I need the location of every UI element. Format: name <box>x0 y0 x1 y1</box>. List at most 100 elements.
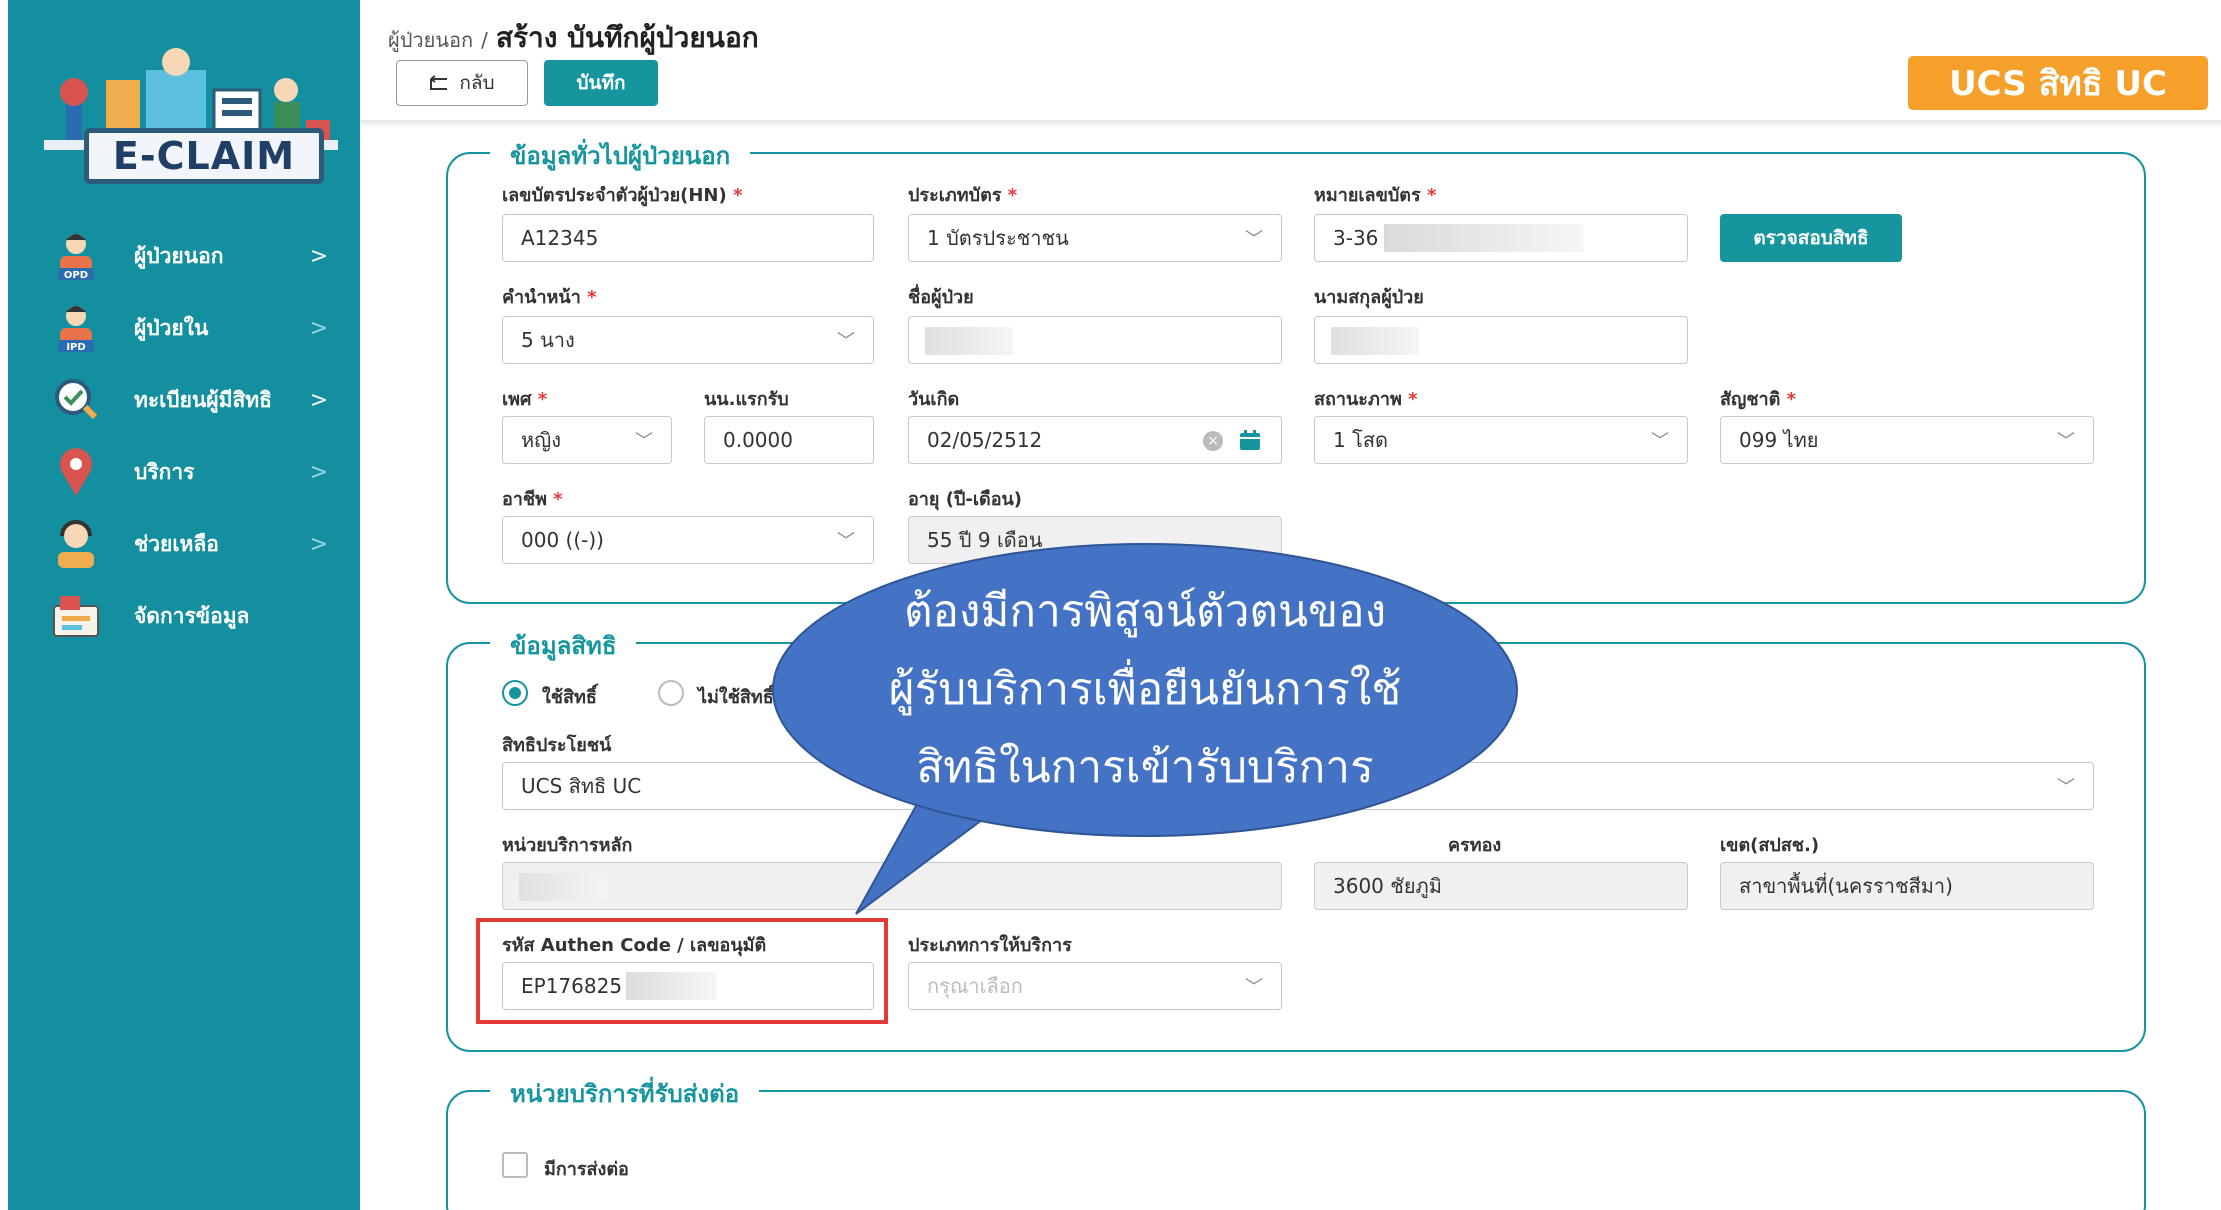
chevron-right-icon: > <box>309 243 328 269</box>
breadcrumb-parent[interactable]: ผู้ป่วยนอก <box>388 28 473 52</box>
benefit-value: UCS สิทธิ UC <box>521 774 642 798</box>
birth-date-input[interactable]: 02/05/2512 × <box>908 416 1282 464</box>
back-arrow-icon <box>430 75 448 90</box>
service-type-select[interactable]: กรุณาเลือก ﹀ <box>908 962 1282 1010</box>
main-unit-label: หน่วยบริการหลัก <box>502 835 633 856</box>
age-label: อายุ (ปี-เดือน) <box>908 489 1023 510</box>
marital-status-label: สถานะภาพ * <box>1314 389 1418 410</box>
sidebar-item-opd[interactable]: OPD ผู้ป่วยนอก > <box>48 226 348 286</box>
chevron-down-icon: ﹀ <box>2057 777 2075 798</box>
page-title: สร้าง บันทึกผู้ป่วยนอก <box>495 21 759 54</box>
map-pin-icon <box>48 444 104 500</box>
service-type-label: ประเภทการให้บริการ <box>908 935 1072 956</box>
callout-text: ต้องมีการพิสูจน์ตัวตนของ ผู้รับบริการเพื… <box>770 540 1520 840</box>
opd-patient-icon: OPD <box>48 228 104 284</box>
sidebar: E-CLAIM OPD ผู้ป่วยนอก > IPD ผู้ป่วยใน >… <box>8 0 360 1210</box>
use-rights-label: ใช้สิทธิ์ <box>542 687 597 708</box>
region-field: สาขาพื้นที่(นครราชสีมา) <box>1720 862 2094 910</box>
check-rights-button[interactable]: ตรวจสอบสิทธิ <box>1720 214 1902 262</box>
sidebar-item-label: ผู้ป่วยนอก <box>134 243 224 268</box>
no-rights-radio[interactable] <box>658 680 684 706</box>
sidebar-item-service[interactable]: บริการ > <box>48 442 348 502</box>
card-type-value: 1 บัตรประชาชน <box>927 226 1069 250</box>
callout-line: สิทธิในการเข้ารับบริการ <box>916 742 1374 793</box>
registry-check-icon <box>48 372 104 428</box>
chevron-down-icon: ﹀ <box>1245 229 1263 250</box>
chevron-right-icon: > <box>309 531 328 557</box>
prefix-label: คำนำหน้า * <box>502 287 597 308</box>
nationality-value: 099 ไทย <box>1739 428 1819 452</box>
breadcrumb: ผู้ป่วยนอก / สร้าง บันทึกผู้ป่วยนอก <box>388 16 759 60</box>
occupation-label: อาชีพ * <box>502 489 563 510</box>
ipd-patient-icon: IPD <box>48 300 104 356</box>
chevron-down-icon: ﹀ <box>1651 431 1669 452</box>
chevron-right-icon: > <box>309 387 328 413</box>
card-type-select[interactable]: 1 บัตรประชาชน ﹀ <box>908 214 1282 262</box>
logo-text: E-CLAIM <box>84 128 324 184</box>
first-name-input[interactable] <box>908 316 1282 364</box>
prefix-select[interactable]: 5 นาง ﹀ <box>502 316 874 364</box>
main-content: ผู้ป่วยนอก / สร้าง บันทึกผู้ป่วยนอก กลับ บ… <box>360 0 2221 1210</box>
service-type-placeholder: กรุณาเลือก <box>927 974 1023 998</box>
data-management-icon <box>48 588 104 644</box>
sex-label: เพศ * <box>502 389 548 410</box>
svg-text:IPD: IPD <box>66 342 85 353</box>
sex-select[interactable]: หญิง ﹀ <box>502 416 672 464</box>
eclaim-logo[interactable]: E-CLAIM <box>36 40 346 190</box>
section-title: ข้อมูลทั่วไปผู้ป่วยนอก <box>490 136 751 175</box>
rights-badge: UCS สิทธิ UC <box>1908 56 2208 110</box>
redacted-block <box>1384 224 1585 252</box>
callout-line: ผู้รับบริการเพื่อยืนยันการใช้ <box>888 664 1402 715</box>
no-rights-label: ไม่ใช้สิทธิ์ <box>698 687 774 708</box>
card-number-input[interactable]: 3-36 <box>1314 214 1688 262</box>
chevron-right-icon: > <box>309 315 328 341</box>
section-title: ข้อมูลสิทธิ <box>490 626 637 665</box>
back-button[interactable]: กลับ <box>396 60 528 106</box>
nationality-select[interactable]: 099 ไทย ﹀ <box>1720 416 2094 464</box>
svg-text:OPD: OPD <box>64 270 88 281</box>
sidebar-item-ipd[interactable]: IPD ผู้ป่วยใน > <box>48 298 348 358</box>
back-button-label: กลับ <box>459 72 495 94</box>
chevron-down-icon: ﹀ <box>2057 431 2075 452</box>
general-info-section: ข้อมูลทั่วไปผู้ป่วยนอก เลขบัตรประจำตัวผู… <box>446 136 2146 604</box>
sidebar-item-label: ทะเบียนผู้มีสิทธิ <box>134 387 272 412</box>
hn-input[interactable]: A12345 <box>502 214 874 262</box>
weight-input[interactable]: 0.0000 <box>704 416 874 464</box>
sidebar-item-help[interactable]: ช่วยเหลือ > <box>48 514 348 574</box>
hn-label: เลขบัตรประจำตัวผู้ป่วย(HN) * <box>502 185 743 206</box>
sex-value: หญิง <box>521 428 561 452</box>
benefit-label: สิทธิประโยชน์ <box>502 735 612 756</box>
sidebar-item-label: ผู้ป่วยใน <box>134 315 209 340</box>
sidebar-item-label: จัดการข้อมูล <box>134 603 250 628</box>
card-type-label: ประเภทบัตร * <box>908 185 1018 206</box>
calendar-icon[interactable] <box>1239 429 1261 451</box>
last-name-label: นามสกุลผู้ป่วย <box>1314 287 1424 308</box>
sidebar-item-label: ช่วยเหลือ <box>134 531 219 556</box>
card-number-value: 3-36 <box>1333 226 1379 250</box>
marital-status-select[interactable]: 1 โสด ﹀ <box>1314 416 1688 464</box>
has-referral-checkbox[interactable] <box>502 1152 528 1178</box>
referral-section: หน่วยบริการที่รับส่งต่อ มีการส่งต่อ <box>446 1074 2146 1210</box>
support-agent-icon <box>48 516 104 572</box>
clear-icon[interactable]: × <box>1203 431 1223 451</box>
prefix-value: 5 นาง <box>521 328 575 352</box>
weight-label: นน.แรกรับ <box>704 389 789 410</box>
chevron-down-icon: ﹀ <box>635 431 653 452</box>
nationality-label: สัญชาติ * <box>1720 389 1797 410</box>
occupation-value: 000 ((-)) <box>521 528 604 552</box>
callout-line: ต้องมีการพิสูจน์ตัวตนของ <box>903 586 1387 637</box>
use-rights-radio[interactable] <box>502 680 528 706</box>
sidebar-item-registry[interactable]: ทะเบียนผู้มีสิทธิ > <box>48 370 348 430</box>
birth-date-label: วันเกิด <box>908 389 960 410</box>
section-title: หน่วยบริการที่รับส่งต่อ <box>490 1074 760 1113</box>
last-name-input[interactable] <box>1314 316 1688 364</box>
breadcrumb-separator: / <box>481 28 488 52</box>
card-number-label: หมายเลขบัตร * <box>1314 185 1437 206</box>
has-referral-label: มีการส่งต่อ <box>544 1159 629 1180</box>
sidebar-item-data-management[interactable]: จัดการข้อมูล <box>48 586 348 646</box>
birth-date-value: 02/05/2512 <box>927 428 1043 452</box>
save-button[interactable]: บันทึก <box>544 60 658 106</box>
callout-bubble: ต้องมีการพิสูจน์ตัวตนของ ผู้รับบริการเพื… <box>770 540 1520 916</box>
chevron-down-icon: ﹀ <box>1245 977 1263 998</box>
first-name-label: ชื่อผู้ป่วย <box>908 287 974 308</box>
